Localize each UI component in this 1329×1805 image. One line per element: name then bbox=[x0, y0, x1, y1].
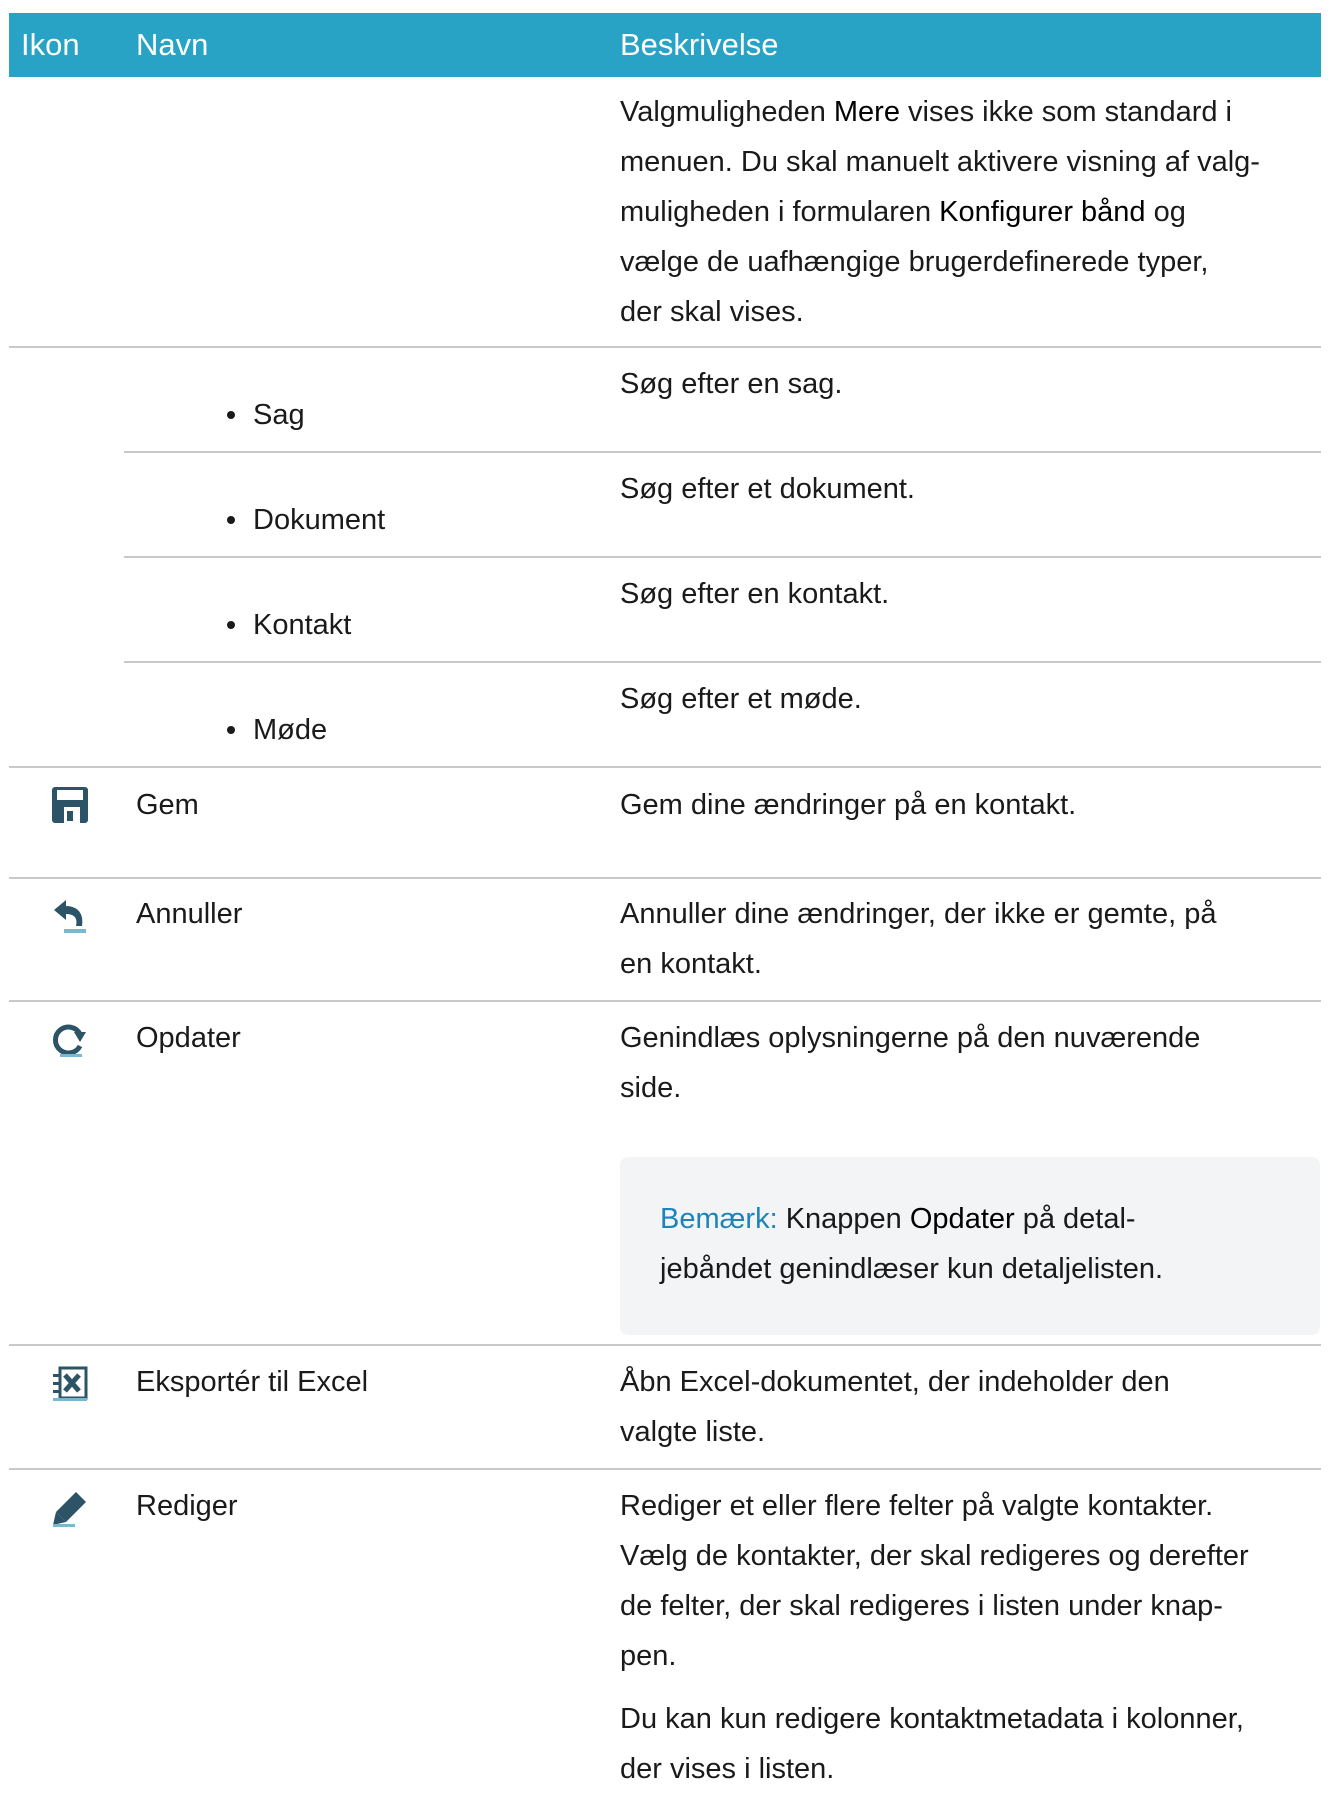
desc-line: en kontakt. bbox=[620, 948, 762, 980]
search-item-desc: Søg efter en kontakt. bbox=[620, 578, 890, 610]
search-item-desc: Søg efter et dokument. bbox=[620, 473, 915, 505]
search-item-name: Kontakt bbox=[253, 609, 352, 641]
row-desc: Genindlæs oplysningerne på den nuværende… bbox=[620, 1013, 1200, 1113]
desc-line: Annuller dine ændringer, der ikke er gem… bbox=[620, 898, 1217, 930]
row-desc: Rediger et eller flere felter på valgte … bbox=[620, 1481, 1320, 1794]
search-item-name: Møde bbox=[253, 714, 328, 746]
search-item-desc: Søg efter en sag. bbox=[620, 368, 843, 400]
table-header: Ikon Navn Beskrivelse bbox=[9, 13, 1321, 77]
row-name: Rediger bbox=[136, 1490, 238, 1522]
row-desc: Gem dine ændringer på en kontakt. bbox=[620, 789, 1077, 821]
row-name: Gem bbox=[136, 789, 199, 821]
pencil-icon bbox=[53, 1492, 86, 1527]
desc-line: Vælg de kontakter, der skal redigeres og… bbox=[620, 1540, 1249, 1572]
intro-line: menuen. Du skal manuelt aktivere visning… bbox=[620, 146, 1260, 178]
desc-line: Åbn Excel-dokumentet, der indeholder den bbox=[620, 1366, 1170, 1398]
save-icon bbox=[52, 787, 88, 823]
desc-line: Genindlæs oplysningerne på den nuværende bbox=[620, 1022, 1201, 1054]
row-divider bbox=[124, 661, 1321, 663]
row-divider bbox=[9, 346, 1321, 348]
row-divider bbox=[9, 1344, 1321, 1346]
desc-line: Rediger et eller flere felter på valgte … bbox=[620, 1490, 1214, 1522]
intro-line: muligheden i formularen Konfigurer bånd … bbox=[620, 196, 1186, 228]
note-label: Bemærk: bbox=[660, 1203, 778, 1235]
search-item-desc: Søg efter et møde. bbox=[620, 683, 862, 715]
header-description: Beskrivelse bbox=[620, 27, 779, 62]
intro-paragraph: Valgmuligheden Mere vises ikke som stand… bbox=[620, 87, 1320, 337]
desc-line: de felter, der skal redigeres i listen u… bbox=[620, 1590, 1223, 1622]
refresh-icon bbox=[52, 1024, 86, 1057]
intro-line: Valgmuligheden Mere vises ikke som stand… bbox=[620, 96, 1232, 128]
row-desc: Åbn Excel-dokumentet, der indeholder den… bbox=[620, 1357, 1170, 1457]
row-name: Annuller bbox=[136, 898, 243, 930]
desc-line: valgte liste. bbox=[620, 1416, 766, 1448]
intro-line: der skal vises. bbox=[620, 296, 804, 328]
desc-line: pen. bbox=[620, 1640, 677, 1672]
row-divider bbox=[9, 1000, 1321, 1002]
row-divider bbox=[9, 766, 1321, 768]
header-name: Navn bbox=[136, 27, 209, 62]
row-desc: Annuller dine ændringer, der ikke er gem… bbox=[620, 889, 1216, 989]
desc-line: Du kan kun redigere kontaktmetadata i ko… bbox=[620, 1703, 1244, 1735]
desc-line: der vises i listen. bbox=[620, 1753, 835, 1785]
bullet bbox=[227, 621, 235, 629]
note-text: Bemærk: Knappen Opdater på detal- jebånd… bbox=[660, 1194, 1300, 1294]
note-line: jebåndet genindlæser kun detaljelisten. bbox=[660, 1253, 1164, 1285]
search-item-name: Dokument bbox=[253, 504, 386, 536]
intro-line: vælge de uafhængige brugerdefinerede typ… bbox=[620, 246, 1209, 278]
row-name: Eksportér til Excel bbox=[136, 1366, 369, 1398]
header-icon: Ikon bbox=[21, 27, 80, 62]
search-item-name: Sag bbox=[253, 399, 305, 431]
undo-icon bbox=[54, 900, 86, 933]
bullet bbox=[227, 726, 235, 734]
row-divider bbox=[9, 1468, 1321, 1470]
bullet bbox=[227, 516, 235, 524]
row-divider bbox=[124, 451, 1321, 453]
desc-line: side. bbox=[620, 1072, 682, 1104]
row-divider bbox=[9, 877, 1321, 879]
bullet bbox=[227, 411, 235, 419]
excel-icon bbox=[53, 1366, 88, 1401]
row-name: Opdater bbox=[136, 1022, 241, 1054]
note-line: Bemærk: Knappen Opdater på detal- bbox=[660, 1203, 1136, 1235]
row-divider bbox=[124, 556, 1321, 558]
